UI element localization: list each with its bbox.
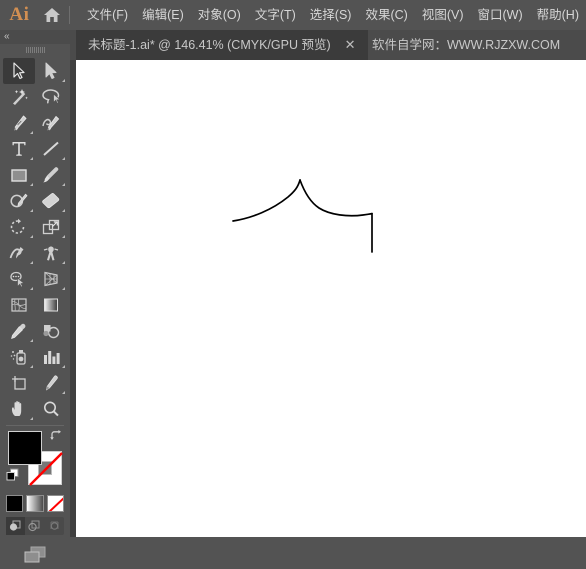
tool-expand-corner [30,287,33,290]
tool-expand-corner [62,157,65,160]
menu-select[interactable]: 选择(S) [303,4,359,26]
fill-swatch[interactable] [8,431,42,465]
line-segment-tool[interactable] [35,136,67,162]
color-mode-button[interactable] [6,495,24,512]
paintbrush-tool[interactable] [35,162,67,188]
tool-expand-corner [62,209,65,212]
tools-panel: « [0,30,70,563]
tools-panel-header: « [0,30,70,44]
tools-divider [6,425,64,426]
magic-wand-tool[interactable] [3,84,35,110]
menu-type[interactable]: 文字(T) [248,4,303,26]
none-mode-button[interactable] [46,495,64,512]
fill-mode-buttons [6,495,64,512]
tool-expand-corner [30,183,33,186]
tool-expand-corner [30,339,33,342]
menu-file[interactable]: 文件(F) [80,4,135,26]
tool-expand-corner [30,131,33,134]
menu-object[interactable]: 对象(O) [191,4,248,26]
tool-expand-corner [30,261,33,264]
column-graph-tool[interactable] [35,344,67,370]
menu-effect[interactable]: 效果(C) [358,4,414,26]
watermark-text: 软件自学网：WWW.RJZXW.COM [372,38,561,52]
tool-expand-corner [62,391,65,394]
illustrator-window: Ai 文件(F) 编辑(E) 对象(O) 文字(T) 选择(S) 效果(C) 视… [0,0,586,563]
home-icon[interactable] [39,7,65,23]
tool-expand-corner [30,235,33,238]
artwork-svg [232,179,373,253]
rectangle-tool[interactable] [3,162,35,188]
mesh-tool[interactable] [3,292,35,318]
type-tool[interactable] [3,136,35,162]
panel-drag-handle[interactable] [0,44,70,56]
tool-expand-corner [30,209,33,212]
canvas-area[interactable] [76,60,586,537]
draw-mode-buttons [6,517,64,535]
direct-selection-tool[interactable] [35,58,67,84]
collapse-panel-icon[interactable]: « [4,30,9,44]
selection-tool[interactable] [3,58,35,84]
change-screen-mode-button[interactable] [0,541,70,569]
draw-inside-button[interactable] [45,517,64,535]
hand-tool[interactable] [3,396,35,422]
perspective-grid-tool[interactable] [35,266,67,292]
document-tab-bar: 未标题-1.ai* @ 146.41% (CMYK/GPU 预览) ✕ 软件自学… [0,30,586,60]
tool-expand-corner [62,287,65,290]
symbol-sprayer-tool[interactable] [3,344,35,370]
color-controls [6,429,64,491]
draw-behind-button[interactable] [25,517,44,535]
menu-window[interactable]: 窗口(W) [471,4,530,26]
default-fill-stroke-icon[interactable] [6,468,20,487]
tool-expand-corner [30,365,33,368]
menu-help[interactable]: 帮助(H) [530,4,586,26]
menu-edit[interactable]: 编辑(E) [135,4,191,26]
tool-expand-corner [62,183,65,186]
eraser-tool[interactable] [35,188,67,214]
tool-expand-corner [62,235,65,238]
free-transform-tool[interactable] [35,240,67,266]
slice-tool[interactable] [35,370,67,396]
shape-builder-tool[interactable] [3,266,35,292]
document-tab-title: 未标题-1.ai* @ 146.41% (CMYK/GPU 预览) [88,38,331,52]
tool-expand-corner [62,365,65,368]
zoom-tool[interactable] [35,396,67,422]
artboard-tool[interactable] [3,370,35,396]
tool-expand-corner [30,157,33,160]
lasso-tool[interactable] [35,84,67,110]
tool-expand-corner [62,79,65,82]
eyedropper-tool[interactable] [3,318,35,344]
app-logo: Ai [9,4,30,25]
menu-bar: Ai 文件(F) 编辑(E) 对象(O) 文字(T) 选择(S) 效果(C) 视… [0,0,586,30]
shaper-pencil-tool[interactable] [3,188,35,214]
close-icon[interactable]: ✕ [345,30,356,60]
menu-separator [69,6,71,24]
gradient-tool[interactable] [35,292,67,318]
rotate-tool[interactable] [3,214,35,240]
menu-view[interactable]: 视图(V) [415,4,471,26]
gradient-mode-button[interactable] [26,495,44,512]
tool-expand-corner [30,417,33,420]
curvature-tool[interactable] [35,110,67,136]
width-tool[interactable] [3,240,35,266]
scale-tool[interactable] [35,214,67,240]
tool-grid [0,56,70,422]
draw-normal-button[interactable] [6,517,26,535]
pen-tool[interactable] [3,110,35,136]
roof-curve-path[interactable] [232,179,373,253]
swap-fill-stroke-icon[interactable] [49,429,63,448]
tool-expand-corner [62,261,65,264]
document-tab[interactable]: 未标题-1.ai* @ 146.41% (CMYK/GPU 预览) ✕ [76,30,368,60]
blend-tool[interactable] [35,318,67,344]
menu-item-list: 文件(F) 编辑(E) 对象(O) 文字(T) 选择(S) 效果(C) 视图(V… [80,4,586,26]
